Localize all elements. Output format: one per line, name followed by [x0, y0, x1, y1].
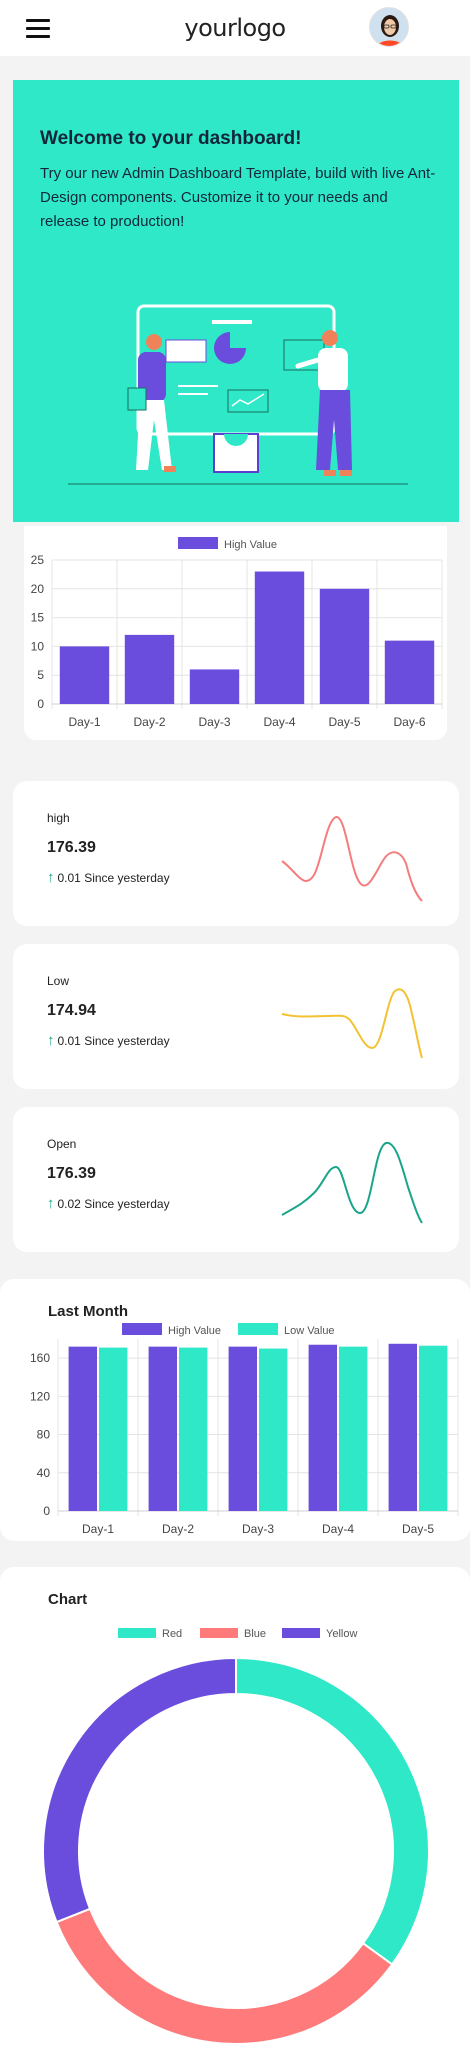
x-tick-label: Day-3 — [198, 715, 230, 729]
arrow-up-icon: ↑ — [47, 869, 55, 886]
bar[interactable] — [189, 669, 240, 704]
sparkline-low — [281, 988, 423, 1059]
y-tick-label: 0 — [43, 1504, 50, 1518]
bar[interactable] — [259, 1348, 288, 1511]
bar[interactable] — [384, 640, 435, 704]
bar[interactable] — [148, 1346, 177, 1511]
y-tick-label: 40 — [37, 1466, 51, 1480]
x-tick-label: Day-5 — [328, 715, 360, 729]
legend-label[interactable]: Blue — [244, 1628, 266, 1640]
stat-change: ↑ 0.01 Since yesterday — [47, 1032, 170, 1049]
stat-card-high: high 176.39 ↑ 0.01 Since yesterday — [13, 781, 459, 926]
y-tick-label: 10 — [31, 639, 45, 653]
stat-value: 176.39 — [47, 1165, 96, 1182]
bar[interactable] — [59, 646, 110, 704]
y-tick-label: 0 — [37, 697, 44, 711]
stat-change: ↑ 0.01 Since yesterday — [47, 869, 170, 886]
bar[interactable] — [124, 634, 175, 704]
welcome-text: Try our new Admin Dashboard Template, bu… — [40, 165, 436, 230]
donut-chart: Red Blue Yellow — [42, 1628, 430, 2045]
legend-swatch[interactable] — [238, 1323, 278, 1335]
y-tick-label: 5 — [37, 668, 44, 682]
donut-chart-card: Chart Red Blue Yellow — [0, 1567, 470, 2068]
stat-change-text: 0.02 Since yesterday — [57, 1197, 170, 1211]
sparkline-high — [281, 816, 423, 902]
stat-label: Open — [47, 1137, 77, 1151]
legend-swatch[interactable] — [122, 1323, 162, 1335]
x-tick-label: Day-1 — [68, 715, 100, 729]
legend-label[interactable]: Yellow — [326, 1628, 357, 1640]
bar[interactable] — [419, 1345, 448, 1511]
last-month-card: Last Month High Value Low Value 0 40 80 120 16… — [0, 1279, 470, 1541]
y-tick-label: 15 — [31, 611, 45, 625]
legend-label[interactable]: High Value — [224, 539, 277, 551]
stat-change-text: 0.01 Since yesterday — [57, 871, 170, 885]
stat-value: 176.39 — [47, 839, 96, 856]
bar[interactable] — [254, 571, 305, 704]
x-tick-label: Day-2 — [162, 1522, 194, 1536]
bar[interactable] — [228, 1346, 257, 1511]
legend-swatch[interactable] — [200, 1628, 238, 1638]
legend-swatch[interactable] — [178, 537, 218, 549]
donut-slice[interactable] — [235, 1656, 430, 1966]
arrow-up-icon: ↑ — [47, 1195, 55, 1212]
bar[interactable] — [179, 1347, 208, 1511]
x-tick-label: Day-2 — [133, 715, 165, 729]
stat-value: 174.94 — [47, 1002, 96, 1019]
stat-card-low: Low 174.94 ↑ 0.01 Since yesterday — [13, 944, 459, 1089]
bar[interactable] — [319, 588, 370, 704]
y-tick-label: 80 — [37, 1428, 51, 1442]
dashboard-illustration — [68, 304, 408, 485]
arrow-up-icon: ↑ — [47, 1032, 55, 1049]
bar[interactable] — [68, 1346, 97, 1511]
x-tick-label: Day-6 — [393, 715, 425, 729]
high-value-bar-chart: High Value 0 5 10 15 20 25 Day-1 Day-2 Day-3 Day-4… — [31, 537, 443, 729]
stat-card-open: Open 176.39 ↑ 0.02 Since yesterday — [13, 1107, 459, 1252]
x-tick-label: Day-3 — [242, 1522, 274, 1536]
sparkline-open — [281, 1142, 423, 1224]
high-value-bar-chart-card: High Value 0 5 10 15 20 25 Day-1 Day-2 Day-3 Day-4… — [24, 526, 447, 740]
donut-slice[interactable] — [55, 1907, 394, 2045]
avatar[interactable] — [369, 7, 409, 47]
stat-change: ↑ 0.02 Since yesterday — [47, 1195, 170, 1212]
x-tick-label: Day-1 — [82, 1522, 114, 1536]
legend-label[interactable]: Red — [162, 1628, 182, 1640]
stat-change-text: 0.01 Since yesterday — [57, 1034, 170, 1048]
stat-label: high — [47, 811, 70, 825]
y-tick-label: 20 — [31, 582, 45, 596]
welcome-banner: Welcome to your dashboard! Try our new A… — [13, 80, 459, 522]
bar[interactable] — [339, 1346, 368, 1511]
legend-swatch[interactable] — [118, 1628, 156, 1638]
y-tick-label: 160 — [30, 1351, 50, 1365]
x-tick-label: Day-5 — [402, 1522, 434, 1536]
donut-slice[interactable] — [42, 1656, 237, 1924]
x-tick-label: Day-4 — [322, 1522, 354, 1536]
last-month-bar-chart: High Value Low Value 0 40 80 120 160 Day-1 Day-2… — [30, 1323, 459, 1536]
bar[interactable] — [388, 1343, 417, 1511]
legend-label[interactable]: Low Value — [284, 1325, 335, 1337]
bar[interactable] — [99, 1347, 128, 1511]
stat-label: Low — [47, 974, 70, 988]
legend-swatch[interactable] — [282, 1628, 320, 1638]
welcome-title: Welcome to your dashboard! — [40, 128, 302, 149]
bar[interactable] — [308, 1344, 337, 1511]
legend-label[interactable]: High Value — [168, 1325, 221, 1337]
avatar-image — [370, 8, 408, 46]
y-tick-label: 25 — [31, 553, 45, 567]
top-bar: yourlogo — [0, 0, 470, 56]
y-tick-label: 120 — [30, 1389, 50, 1403]
x-tick-label: Day-4 — [263, 715, 295, 729]
